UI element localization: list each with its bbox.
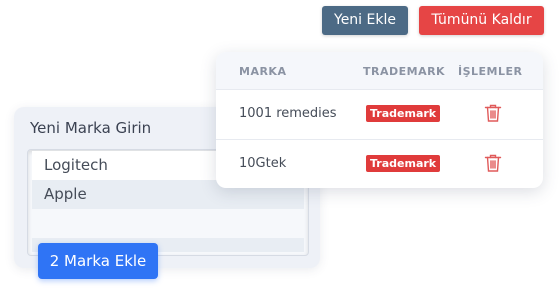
entry-panel-title: Yeni Marka Girin bbox=[30, 119, 152, 137]
trash-icon[interactable] bbox=[484, 103, 502, 123]
brand-table: MARKA TRADEMARK İŞLEMLER 1001 remedies T… bbox=[216, 52, 543, 188]
trash-icon[interactable] bbox=[484, 153, 502, 173]
add-brands-button[interactable]: 2 Marka Ekle bbox=[38, 243, 158, 279]
column-header-trademark: TRADEMARK bbox=[363, 65, 446, 78]
brand-name: 10Gtek bbox=[239, 156, 287, 171]
trademark-badge: Trademark bbox=[366, 155, 441, 172]
brand-name: 1001 remedies bbox=[239, 106, 337, 121]
column-header-brand: MARKA bbox=[239, 65, 287, 78]
table-row: 1001 remedies Trademark bbox=[216, 89, 543, 140]
list-item-empty[interactable] bbox=[32, 209, 304, 238]
table-header: MARKA TRADEMARK İŞLEMLER bbox=[216, 52, 543, 90]
trademark-badge: Trademark bbox=[366, 105, 441, 122]
add-new-button[interactable]: Yeni Ekle bbox=[322, 6, 408, 35]
remove-all-button[interactable]: Tümünü Kaldır bbox=[419, 6, 544, 35]
column-header-actions: İŞLEMLER bbox=[458, 65, 523, 78]
table-row: 10Gtek Trademark bbox=[216, 139, 543, 188]
